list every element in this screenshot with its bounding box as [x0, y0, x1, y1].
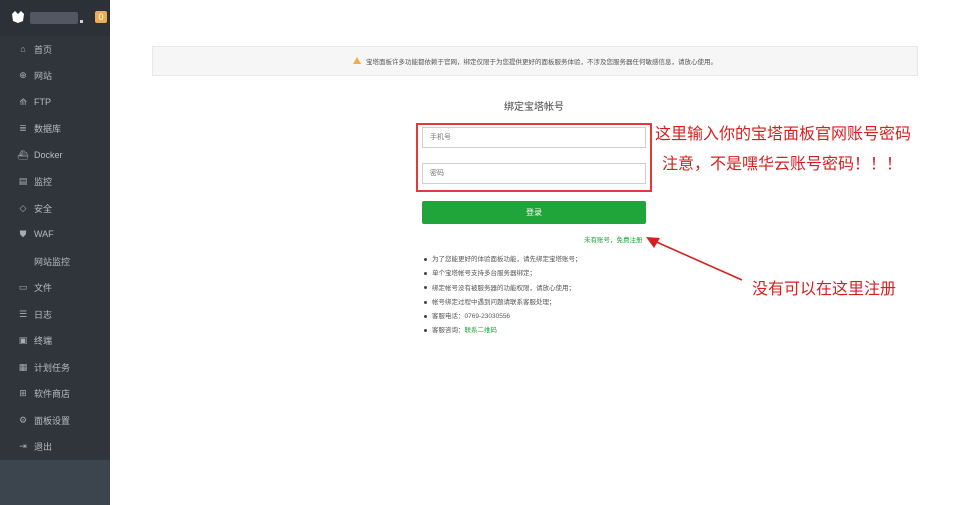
logout-icon: ⇥	[19, 440, 27, 451]
home-icon: ⌂	[20, 44, 26, 54]
list-item: 绑定帐号没有被服务器的功能权限，请放心使用；	[424, 282, 582, 296]
sidebar-item[interactable]: ▦ 计划任务	[0, 354, 110, 380]
sidebar-item-label: 面板设置	[34, 415, 71, 426]
annotation-warning: 注意，不是嘿华云账号密码！！！	[662, 156, 903, 173]
monitor-icon: ▤	[18, 175, 28, 186]
sidebar-item[interactable]: ⛊ WAF	[0, 221, 110, 247]
database-icon: ≣	[19, 122, 27, 133]
sidebar-item-label: 计划任务	[34, 362, 71, 373]
sidebar-item-label: 文件	[34, 282, 53, 293]
sidebar-item[interactable]: ⊞ 软件商店	[0, 380, 110, 406]
notification-badge[interactable]: 0	[95, 11, 107, 23]
annotation-register: 没有可以在这里注册	[752, 281, 897, 298]
sidebar-item-label: 终端	[34, 335, 53, 346]
globe-icon: ⊕	[19, 69, 27, 80]
page-title: 绑定宝塔帐号	[504, 102, 564, 113]
list-item: 单个宝塔帐号支持多台服务器绑定；	[424, 267, 582, 281]
hostname-dot	[80, 20, 83, 23]
tips-list: 为了您能更好的体验面板功能，请先绑定宝塔账号； 单个宝塔帐号支持多台服务器绑定；…	[424, 253, 582, 339]
sidebar-item[interactable]: ⇥ 退出	[0, 433, 110, 459]
sidebar-item-label: 退出	[34, 441, 53, 452]
sidebar-item-label: WAF	[34, 229, 54, 239]
sidebar-item[interactable]: ⌂ 首页	[0, 36, 110, 62]
sidebar-item-label: 网站	[34, 70, 53, 81]
terminal-icon: ▣	[18, 334, 28, 345]
sidebar-item[interactable]: ☰ 日志	[0, 301, 110, 327]
shield-icon: ◇	[19, 202, 27, 213]
sidebar-item[interactable]: ▭ 文件	[0, 274, 110, 300]
sidebar-item[interactable]: ⛴ Docker	[0, 142, 110, 168]
sidebar-item[interactable]: ≣ 数据库	[0, 115, 110, 141]
sidebar-item[interactable]: ⊕ 网站	[0, 62, 110, 88]
list-item: 客服咨询：联系二维码	[424, 324, 582, 338]
password-input[interactable]	[422, 163, 646, 184]
sidebar-item-label: Docker	[34, 150, 63, 160]
sidebar-header: 0	[0, 0, 110, 36]
list-item: 为了您能更好的体验面板功能，请先绑定宝塔账号；	[424, 253, 582, 267]
sidebar-item-label: 数据库	[34, 123, 62, 134]
sidebar-item-label: FTP	[34, 97, 51, 107]
calendar-icon: ▦	[18, 361, 28, 372]
store-icon: ⊞	[19, 387, 27, 398]
sidebar-item-label: 软件商店	[34, 388, 71, 399]
notice-bar: 宝塔面板许多功能都依赖于官网，绑定仅限于为您提供更好的面板服务体验，不涉及您服务…	[152, 46, 918, 76]
phone-input[interactable]	[422, 127, 646, 148]
sidebar-item[interactable]: ⚙ 面板设置	[0, 407, 110, 433]
sidebar-item-label: 安全	[34, 203, 53, 214]
notice-text: 宝塔面板许多功能都依赖于官网，绑定仅限于为您提供更好的面板服务体验，不涉及您服务…	[366, 59, 717, 66]
warning-icon	[353, 56, 361, 64]
ftp-icon: ⟰	[19, 96, 27, 107]
sidebar-item[interactable]: ▣ 终端	[0, 327, 110, 353]
bt-logo-icon	[12, 11, 24, 23]
sidebar-item-label: 网站监控	[34, 256, 71, 267]
list-item: 帐号绑定过程中遇到问题请联系客服处理；	[424, 296, 582, 310]
login-button[interactable]: 登录	[422, 201, 646, 224]
list-item: 客服电话：0769-23030556	[424, 310, 582, 324]
sidebar-item[interactable]: ▤ 监控	[0, 168, 110, 194]
log-icon: ☰	[18, 308, 28, 319]
docker-icon: ⛴	[17, 149, 29, 160]
waf-icon: ⛊	[19, 228, 27, 239]
sidebar-footer	[0, 460, 110, 505]
sidebar-item-label: 监控	[34, 176, 53, 187]
sidebar: 0 ⌂ 首页 ⊕ 网站 ⟰ FTP ≣ 数据库 ⛴ Docker ▤ 监控 ◇ 安全 ⛊ WAF 网站监控 ▭ 文件…	[0, 0, 110, 505]
sidebar-item[interactable]: 网站监控	[0, 248, 110, 274]
gear-icon: ⚙	[18, 414, 28, 425]
annotation-credentials: 这里输入你的宝塔面板官网账号密码	[655, 126, 912, 143]
consult-qrcode-link[interactable]: 联系二维码	[465, 327, 498, 334]
sidebar-item-label: 日志	[34, 309, 53, 320]
sidebar-item-label: 首页	[34, 44, 53, 55]
folder-icon: ▭	[18, 281, 28, 292]
annotation-arrow	[646, 237, 743, 281]
hostname-blurred	[30, 12, 78, 24]
sidebar-item[interactable]: ⟰ FTP	[0, 89, 110, 115]
sidebar-menu: ⌂ 首页 ⊕ 网站 ⟰ FTP ≣ 数据库 ⛴ Docker ▤ 监控 ◇ 安全 ⛊ WAF 网站监控 ▭ 文件 ☰ 日…	[0, 36, 110, 460]
sidebar-item[interactable]: ◇ 安全	[0, 195, 110, 221]
